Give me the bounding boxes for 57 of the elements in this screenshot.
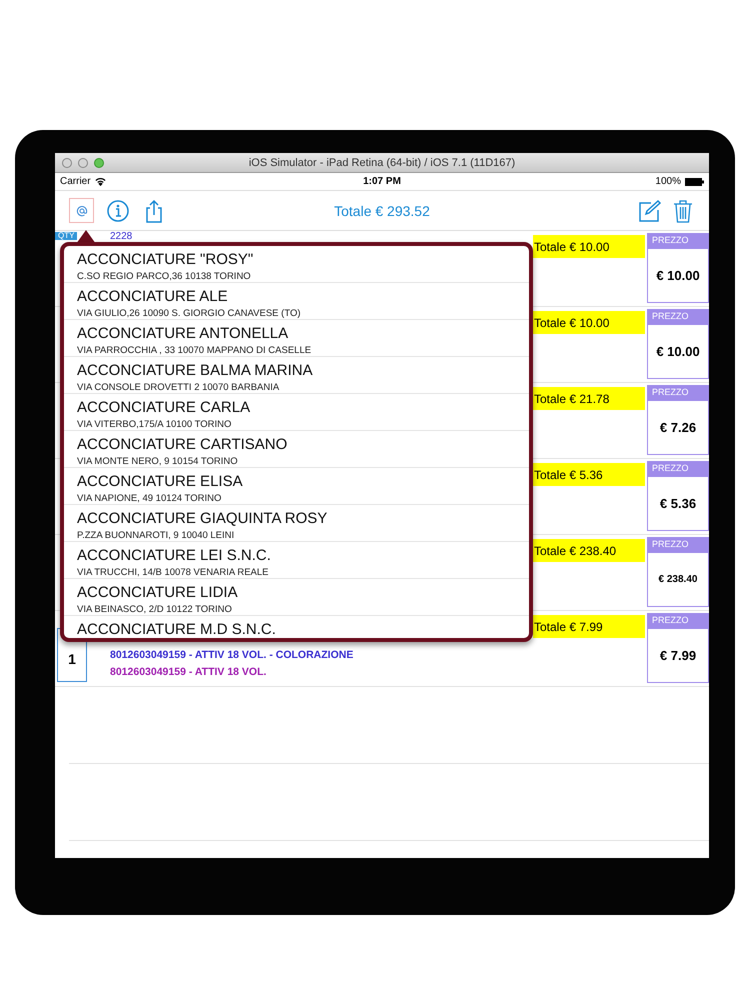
customer-address: VIA MONTE NERO, 9 10154 TORINO — [77, 456, 239, 467]
customer-name[interactable]: ACCONCIATURE CARTISANO — [77, 436, 529, 453]
row-total: Totale € 238.40 — [533, 539, 645, 562]
customer-name[interactable]: ACCONCIATURE LIDIA — [77, 584, 529, 601]
product-line: 8012603049159 - ATTIV 18 VOL. - COLORAZIONE — [110, 649, 354, 661]
wifi-icon — [94, 177, 106, 186]
price-value: € 7.26 — [658, 419, 698, 437]
product-line: 8012603049159 - ATTIV 18 VOL. — [110, 666, 268, 678]
customer-name[interactable]: ACCONCIATURE CARLA — [77, 399, 529, 416]
customer-name[interactable]: ACCONCIATURE BALMA MARINA — [77, 362, 529, 379]
row-total: Totale € 10.00 — [533, 235, 645, 258]
zoom-button[interactable] — [94, 158, 104, 168]
customer-name[interactable]: ACCONCIATURE "ROSY" — [77, 251, 529, 268]
battery-icon — [685, 178, 704, 186]
email-button[interactable] — [69, 198, 94, 223]
customer-name[interactable]: ACCONCIATURE LEI S.N.C. — [77, 547, 529, 564]
customer-address: P.ZZA BUONNAROTI, 9 10040 LEINI — [77, 530, 236, 541]
minimize-button[interactable] — [78, 158, 88, 168]
customer-address: C.SO REGIO PARCO,36 10138 TORINO — [77, 271, 252, 282]
customer-address: VIA GIULIO,26 10090 S. GIORGIO CANAVESE (TO) — [77, 308, 302, 319]
customer-name[interactable]: ACCONCIATURE ANTONELLA — [77, 325, 529, 342]
compose-icon[interactable] — [637, 198, 661, 222]
battery-percent: 100% — [655, 176, 681, 187]
row-total: Totale € 10.00 — [533, 311, 645, 334]
price-label: PREZZO — [648, 462, 708, 477]
info-icon[interactable] — [106, 198, 130, 222]
customer-address: VIA VITERBO,175/A 10100 TORINO — [77, 419, 232, 430]
customer-address: VIA PARROCCHIA , 33 10070 MAPPANO DI CASELLE — [77, 345, 312, 356]
price-label: PREZZO — [648, 614, 708, 629]
product-code: 2228 — [110, 231, 132, 242]
price-value: € 10.00 — [655, 343, 701, 361]
customer-address: VIA CONSOLE DROVETTI 2 10070 BARBANIA — [77, 382, 280, 393]
price-value: € 10.00 — [655, 267, 701, 285]
qty-label: QTY — [55, 232, 78, 240]
row-total: Totale € 5.36 — [533, 463, 645, 486]
customer-name[interactable]: ACCONCIATURE GIAQUINTA ROSY — [77, 510, 529, 527]
carrier-label: Carrier — [60, 176, 91, 187]
price-value: € 5.36 — [658, 495, 698, 513]
row-total: Totale € 21.78 — [533, 387, 645, 410]
window-title: iOS Simulator - iPad Retina (64-bit) / iOS 7.1 (11D167) — [248, 156, 516, 168]
customer-address: VIA TRUCCHI, 14/B 10078 VENARIA REALE — [77, 567, 270, 578]
customer-address: VIA NAPIONE, 49 10124 TORINO — [77, 493, 222, 504]
close-button[interactable] — [62, 158, 72, 168]
order-total: Totale € 293.52 — [334, 202, 430, 218]
price-label: PREZZO — [648, 386, 708, 401]
status-time: 1:07 PM — [363, 176, 401, 187]
row-total: Totale € 7.99 — [533, 615, 645, 638]
at-sign-icon — [76, 204, 88, 216]
trash-icon[interactable] — [671, 198, 695, 222]
price-label: PREZZO — [648, 538, 708, 553]
customer-name[interactable]: ACCONCIATURE ALE — [77, 288, 529, 305]
customer-name[interactable]: ACCONCIATURE ELISA — [77, 473, 529, 490]
price-value: € 238.40 — [658, 573, 698, 587]
price-value: € 7.99 — [658, 647, 698, 665]
customer-address: VIA BEINASCO, 2/D 10122 TORINO — [77, 604, 233, 615]
price-label: PREZZO — [648, 234, 708, 249]
price-label: PREZZO — [648, 310, 708, 325]
